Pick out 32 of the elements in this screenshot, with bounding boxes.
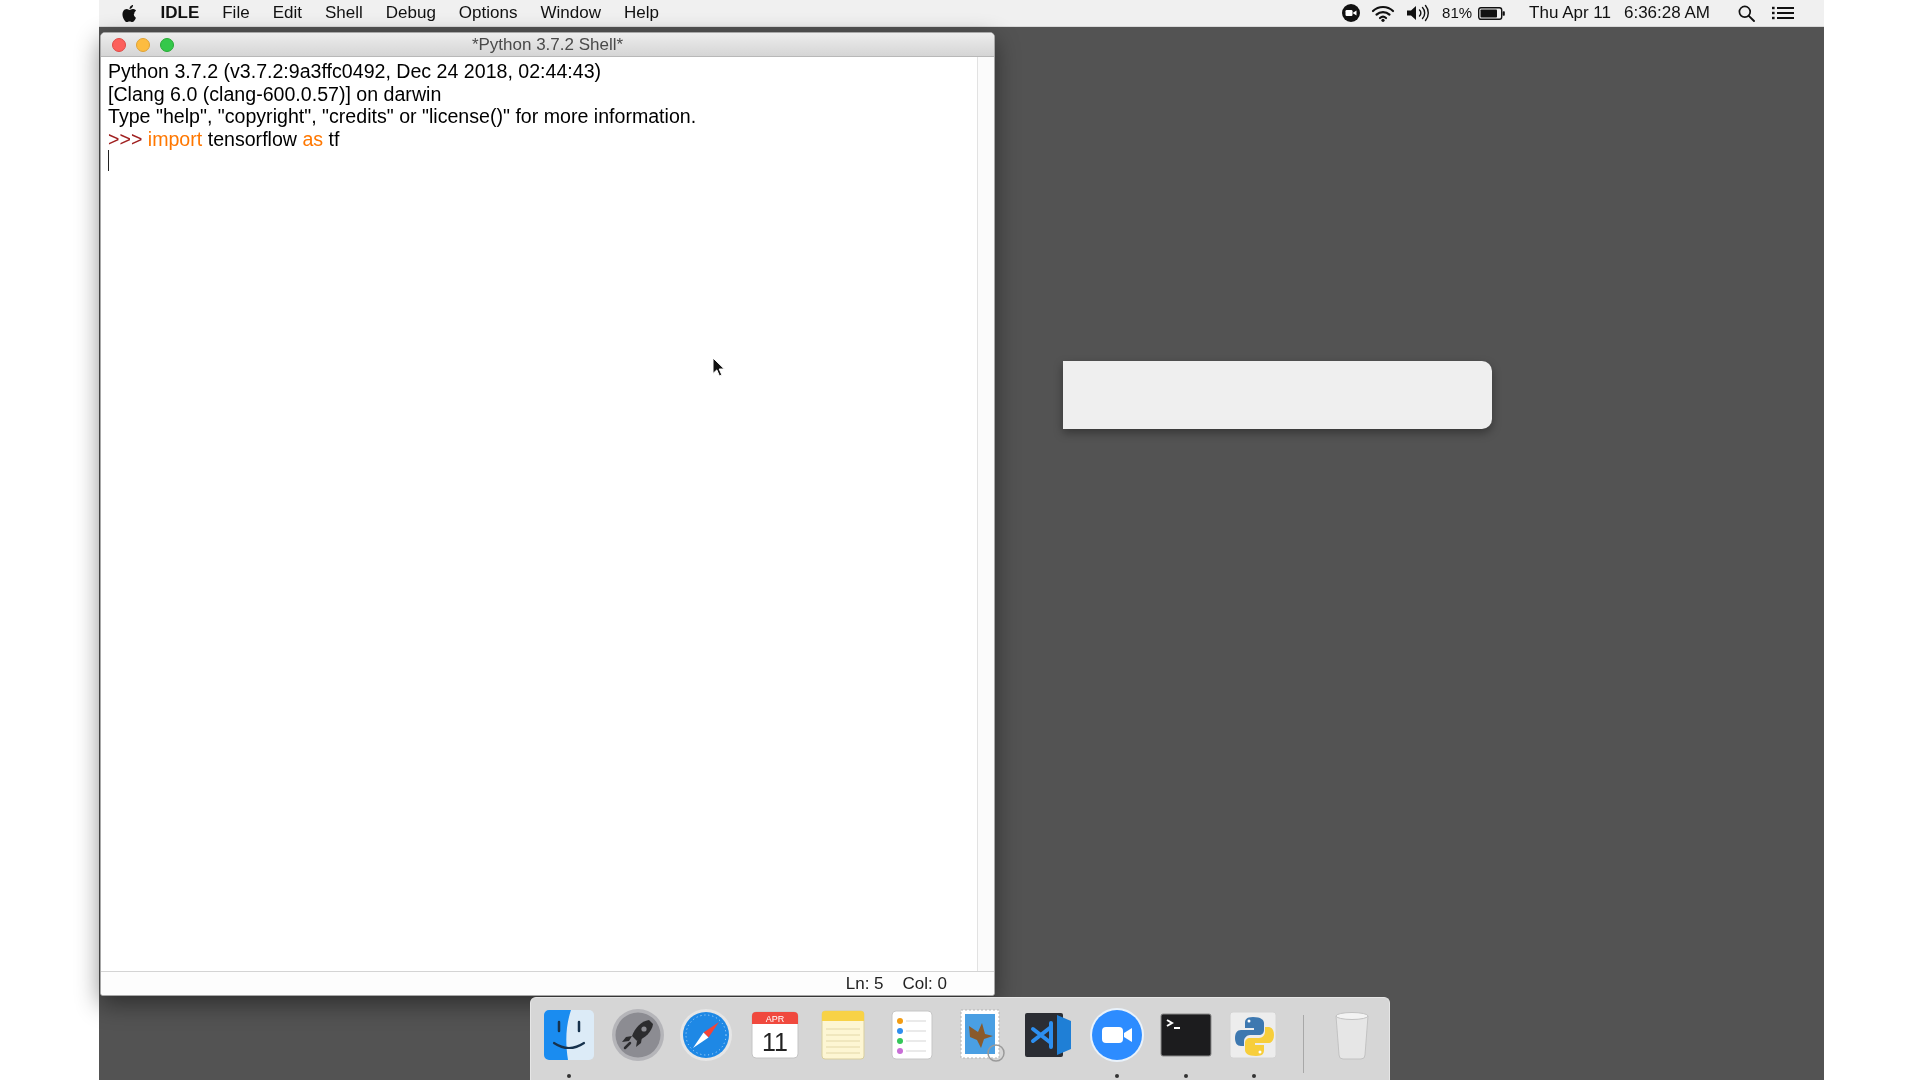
output-line: Python 3.7.2 (v3.7.2:9a3ffc0492, Dec 24 2018, 02:44:43)	[108, 60, 603, 83]
date-text: Thu Apr 11	[1529, 2, 1611, 24]
compass-icon[interactable]	[678, 1007, 734, 1063]
column-status: Col: 0	[902, 972, 947, 995]
clock-text: 6:36:28 AM	[1624, 2, 1710, 24]
apple-icon[interactable]	[121, 3, 137, 23]
output-line: [Clang 6.0 (clang-600.0.57)] on darwin	[108, 82, 443, 105]
menu-item[interactable]: Debug	[374, 0, 448, 26]
close-icon[interactable]	[112, 37, 126, 52]
window-title: *Python 3.7.2 Shell*	[471, 33, 624, 56]
output-line: Type "help", "copyright", "credits" or "license()" for more information.	[108, 105, 698, 128]
battery-percent: 81%	[1442, 3, 1473, 23]
face-icon[interactable]	[541, 1007, 597, 1063]
speaker-icon[interactable]	[1406, 4, 1431, 22]
menu-item[interactable]: Window	[528, 0, 613, 26]
scrollbar[interactable]	[977, 57, 994, 971]
text-cursor-icon	[108, 150, 109, 171]
rocket-icon[interactable]	[609, 1007, 666, 1063]
video-camera-icon[interactable]	[1342, 4, 1361, 22]
menu-item[interactable]: Shell	[313, 0, 375, 26]
input-line: >>> import tensorflow as tf	[108, 127, 341, 150]
menu-item[interactable]: File	[210, 0, 262, 26]
battery-icon[interactable]	[1478, 6, 1506, 20]
line-status: Ln: 5	[845, 972, 884, 995]
search-icon[interactable]	[1738, 4, 1755, 22]
pointer-icon	[712, 357, 725, 377]
menu-item[interactable]: Options	[447, 0, 529, 26]
menu-item[interactable]: Edit	[261, 0, 314, 26]
app-menu[interactable]: IDLE	[149, 0, 211, 26]
list-icon[interactable]	[1772, 6, 1794, 20]
menu-item[interactable]: Help	[612, 0, 671, 26]
wifi-icon[interactable]	[1371, 4, 1396, 22]
